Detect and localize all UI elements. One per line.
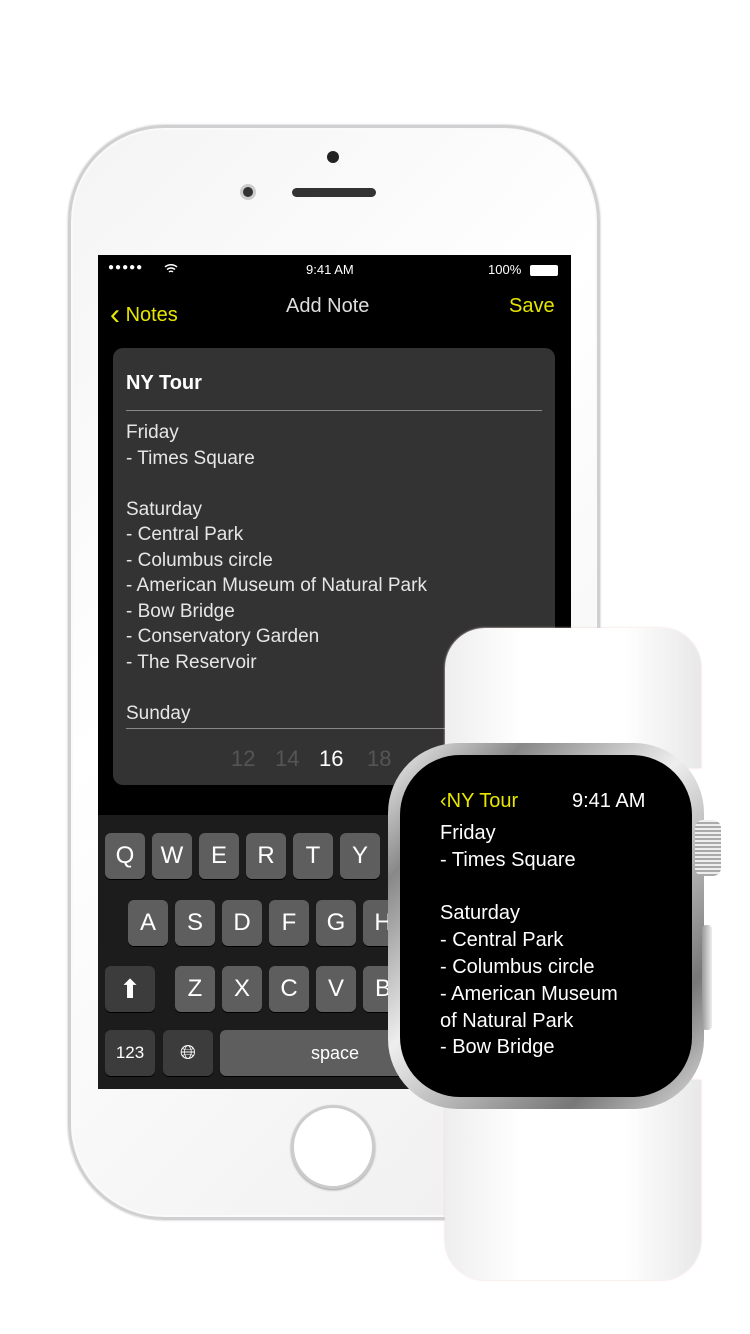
digital-crown[interactable]: [695, 820, 721, 876]
key-q[interactable]: Q: [105, 833, 145, 879]
key-e[interactable]: E: [199, 833, 239, 879]
watch-note-line: - American Museum: [440, 982, 618, 1005]
side-button[interactable]: [702, 925, 712, 1030]
chevron-left-icon: ‹: [110, 298, 120, 331]
back-label: Notes: [125, 304, 178, 326]
back-button[interactable]: ‹ Notes: [110, 295, 178, 331]
page-title: Add Note: [286, 295, 370, 317]
home-button[interactable]: [291, 1105, 375, 1189]
globe-key[interactable]: 🌐︎: [163, 1030, 213, 1076]
status-time: 9:41 AM: [306, 262, 354, 277]
key-v[interactable]: V: [316, 966, 356, 1012]
battery-percent: 100%: [488, 262, 522, 277]
key-z[interactable]: Z: [175, 966, 215, 1012]
battery-icon: [530, 265, 558, 276]
font-size-option[interactable]: 14: [275, 746, 299, 772]
key-c[interactable]: C: [269, 966, 309, 1012]
key-w[interactable]: W: [152, 833, 192, 879]
watch-back-button[interactable]: ‹NY Tour: [440, 790, 518, 813]
divider: [126, 410, 542, 411]
key-a[interactable]: A: [128, 900, 168, 946]
font-size-option[interactable]: 12: [231, 746, 255, 772]
key-r[interactable]: R: [246, 833, 286, 879]
watch-band-bottom: [445, 1080, 701, 1280]
note-body-field[interactable]: Friday - Times Square Saturday - Central…: [126, 420, 427, 726]
proximity-sensor: [327, 151, 339, 163]
key-y[interactable]: Y: [340, 833, 380, 879]
key-f[interactable]: F: [269, 900, 309, 946]
font-size-selected[interactable]: 16: [319, 746, 343, 772]
watch-note-line: - Central Park: [440, 929, 564, 952]
watch-note-line: - Columbus circle: [440, 956, 595, 978]
watch-time: 9:41 AM: [572, 790, 646, 812]
signal-icon: ●●●●●: [108, 262, 144, 273]
watch-back-label: NY Tour: [446, 790, 519, 812]
front-camera: [240, 184, 256, 200]
key-g[interactable]: G: [316, 900, 356, 946]
watch-note-line: - Times Square: [440, 848, 576, 871]
key-x[interactable]: X: [222, 966, 262, 1012]
watch-note-line: - Bow Bridge: [440, 1036, 555, 1059]
watch-note-line: Friday: [440, 822, 496, 844]
numbers-key[interactable]: 123: [105, 1030, 155, 1076]
watch-note-line: Saturday: [440, 902, 521, 925]
key-s[interactable]: S: [175, 900, 215, 946]
earpiece-speaker: [292, 188, 376, 197]
font-size-option[interactable]: 18: [367, 746, 391, 772]
note-title-field[interactable]: NY Tour: [126, 372, 202, 395]
globe-icon: 🌐︎: [180, 1042, 196, 1064]
key-t[interactable]: T: [293, 833, 333, 879]
save-button[interactable]: Save: [509, 295, 555, 318]
chevron-left-icon: ‹: [440, 790, 447, 812]
wifi-icon: [164, 262, 178, 277]
watch-note-line: of Natural Park: [440, 1009, 574, 1032]
shift-key[interactable]: ⬆: [105, 966, 155, 1012]
key-d[interactable]: D: [222, 900, 262, 946]
